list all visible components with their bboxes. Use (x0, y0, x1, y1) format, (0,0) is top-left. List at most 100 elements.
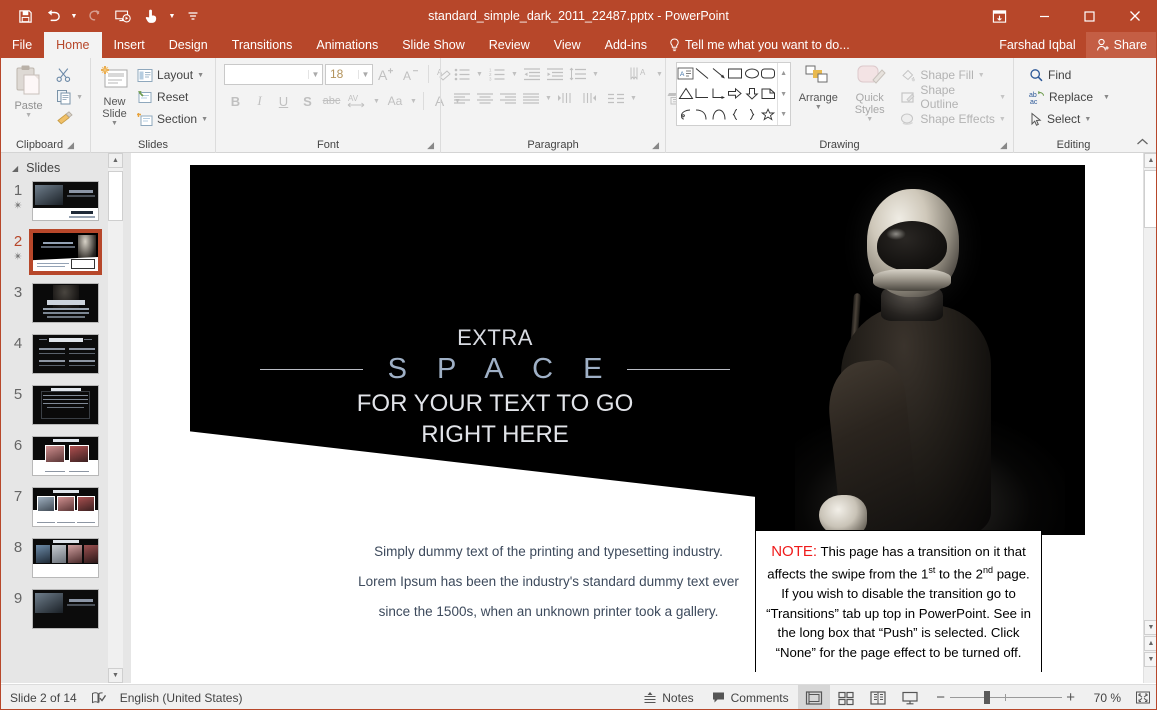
align-right-button[interactable] (497, 87, 519, 109)
language-indicator[interactable]: English (United States) (120, 691, 243, 705)
shape-elbow-connector-icon[interactable] (694, 84, 711, 105)
shape-arc-icon[interactable] (711, 104, 728, 125)
font-size-caret-icon[interactable]: ▼ (358, 70, 372, 79)
maximize-button[interactable] (1067, 0, 1112, 32)
change-case-button[interactable]: Aa (383, 90, 407, 112)
start-from-beginning-icon[interactable] (110, 4, 136, 28)
tab-file[interactable]: File (0, 32, 44, 58)
current-slide[interactable]: EXTRA S P A C E FOR YOUR TEXT TO GO RIGH… (190, 165, 1085, 672)
shape-oval-icon[interactable] (744, 63, 761, 84)
quick-styles-button[interactable]: Quick Styles ▼ (846, 62, 893, 123)
bullets-button[interactable] (451, 63, 473, 85)
layout-button[interactable]: Layout ▼ (134, 64, 211, 86)
scroll-up-icon[interactable]: ▲ (108, 153, 123, 168)
undo-dropdown-caret-icon[interactable]: ▼ (68, 4, 80, 28)
rtl-direction-button[interactable] (580, 87, 604, 109)
slide-editing-stage[interactable]: EXTRA S P A C E FOR YOUR TEXT TO GO RIGH… (131, 153, 1143, 683)
save-icon[interactable] (12, 4, 38, 28)
shape-rounded-rectangle-icon[interactable] (760, 63, 777, 84)
slide-scroll-up-icon[interactable]: ▲ (1144, 153, 1157, 168)
ltr-direction-button[interactable] (555, 87, 579, 109)
spell-check-icon[interactable] (91, 691, 106, 705)
tab-add-ins[interactable]: Add-ins (593, 32, 659, 58)
ribbon-display-options-icon[interactable] (977, 0, 1022, 32)
shape-curve-icon[interactable] (694, 104, 711, 125)
drawing-dialog-launcher-icon[interactable]: ◢ (1000, 140, 1007, 151)
slide-indicator[interactable]: Slide 2 of 14 (10, 691, 77, 705)
slide-sorter-view-button[interactable] (830, 685, 862, 710)
strikethrough-button[interactable]: abc (320, 90, 343, 112)
shape-outline-button[interactable]: Shape Outline ▼ (897, 86, 1009, 108)
thumbnail-image[interactable] (32, 538, 99, 578)
note-text-box[interactable]: NOTE: This page has a transition on it t… (755, 530, 1042, 672)
cut-button[interactable] (53, 64, 86, 86)
astronaut-photo[interactable] (755, 165, 1085, 535)
shape-text-box-icon[interactable]: A (677, 63, 694, 84)
paste-button[interactable]: Paste ▼ (4, 62, 53, 119)
zoom-slider[interactable]: − + (926, 689, 1086, 706)
fit-slide-to-window-button[interactable] (1129, 685, 1157, 710)
thumbnail-image[interactable] (32, 334, 99, 374)
replace-caret-icon[interactable]: ▼ (1103, 94, 1110, 101)
font-name-input[interactable]: ▼ (224, 64, 323, 85)
shapes-gallery[interactable]: A (676, 62, 791, 126)
notes-button[interactable]: Notes (634, 685, 702, 710)
increase-indent-button[interactable] (544, 63, 566, 85)
zoom-in-button[interactable]: + (1062, 689, 1080, 706)
copy-button[interactable]: ▼ (53, 86, 86, 108)
zoom-out-button[interactable]: − (932, 689, 950, 706)
shape-elbow-arrow-icon[interactable] (711, 84, 728, 105)
thumbnail-panel-scrollbar[interactable]: ▲ ▼ (108, 153, 123, 683)
shape-line-icon[interactable] (694, 63, 711, 84)
columns-caret-icon[interactable]: ▼ (628, 95, 639, 102)
tab-home[interactable]: Home (44, 32, 101, 58)
font-name-caret-icon[interactable]: ▼ (308, 70, 322, 79)
font-dialog-launcher-icon[interactable]: ◢ (427, 140, 434, 151)
line-spacing-button[interactable] (567, 63, 589, 85)
text-direction-caret-icon[interactable]: ▼ (654, 71, 665, 78)
shape-folded-corner-icon[interactable] (760, 84, 777, 105)
select-caret-icon[interactable]: ▼ (1084, 116, 1091, 123)
shape-effects-caret-icon[interactable]: ▼ (999, 116, 1006, 123)
minimize-button[interactable] (1022, 0, 1067, 32)
slide-title-block[interactable]: EXTRA S P A C E FOR YOUR TEXT TO GO RIGH… (260, 325, 730, 450)
close-button[interactable] (1112, 0, 1157, 32)
thumbnail-image[interactable] (32, 232, 99, 272)
numbering-button[interactable]: 123 (486, 63, 508, 85)
undo-icon[interactable] (40, 4, 66, 28)
shape-fill-caret-icon[interactable]: ▼ (978, 72, 985, 79)
shapes-scroll-up-icon[interactable]: ▲ (778, 63, 790, 84)
shapes-scroll-down-icon[interactable]: ▼ (778, 84, 790, 105)
tab-review[interactable]: Review (477, 32, 542, 58)
clipboard-dialog-launcher-icon[interactable]: ◢ (67, 140, 74, 151)
slide-thumbnail-panel[interactable]: ◢ Slides 1 ✴ 2 ✴ (0, 153, 131, 683)
zoom-level-label[interactable]: 70 % (1086, 691, 1129, 705)
shape-rectangle-icon[interactable] (727, 63, 744, 84)
user-account-name[interactable]: Farshad Iqbal (989, 38, 1085, 52)
columns-button[interactable] (605, 87, 627, 109)
touch-mode-dropdown-caret-icon[interactable]: ▼ (166, 4, 178, 28)
italic-button[interactable]: I (248, 90, 271, 112)
shapes-more-icon[interactable]: ▼ (778, 104, 790, 125)
thumbnail-image[interactable] (32, 436, 99, 476)
tab-view[interactable]: View (542, 32, 593, 58)
tell-me-search[interactable]: Tell me what you want to do... (659, 32, 860, 58)
shape-star-icon[interactable] (760, 104, 777, 125)
thumbnail-image[interactable] (32, 589, 99, 629)
tab-design[interactable]: Design (157, 32, 220, 58)
shape-down-arrow-icon[interactable] (744, 84, 761, 105)
text-direction-button[interactable]: A (627, 63, 653, 85)
copy-caret-icon[interactable]: ▼ (76, 94, 83, 101)
bold-button[interactable]: B (224, 90, 247, 112)
reset-button[interactable]: Reset (134, 86, 211, 108)
shape-left-brace-icon[interactable] (727, 104, 744, 125)
justify-button[interactable] (520, 87, 542, 109)
replace-button[interactable]: abac Replace ▼ (1026, 86, 1113, 108)
paste-caret-icon[interactable]: ▼ (25, 112, 32, 119)
slide-scroll-down-icon[interactable]: ▼ (1144, 620, 1157, 635)
thumbnail-image[interactable] (32, 487, 99, 527)
quick-styles-caret-icon[interactable]: ▼ (866, 116, 873, 123)
thumbnail-image[interactable] (32, 283, 99, 323)
find-button[interactable]: Find (1026, 64, 1113, 86)
shape-right-brace-icon[interactable] (744, 104, 761, 125)
